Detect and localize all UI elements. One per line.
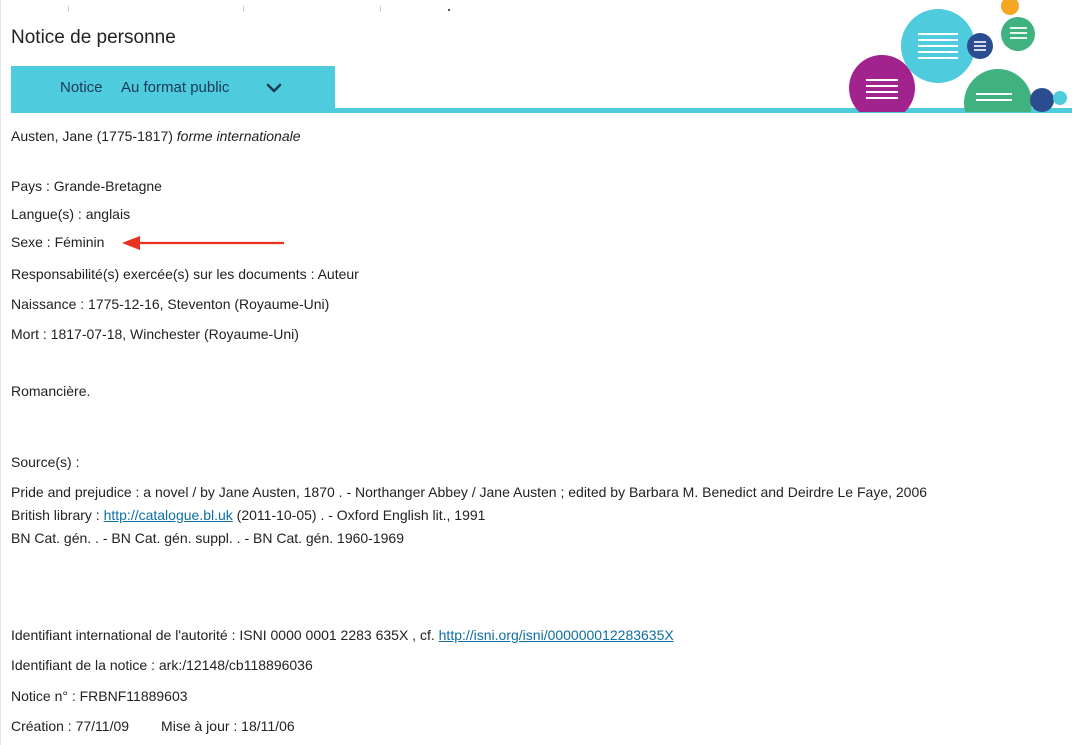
source-line-2-prefix: British library :	[11, 507, 104, 523]
dates-line: Création : 77/11/09 Mise à jour : 18/11/0…	[11, 718, 295, 734]
chevron-down-icon[interactable]	[265, 82, 283, 94]
person-name: Austen, Jane (1775-1817)	[11, 128, 173, 144]
source-line-1: Pride and prejudice : a novel / by Jane …	[11, 484, 928, 500]
language-field: Langue(s) : anglais	[11, 206, 131, 222]
format-select[interactable]: Au format public	[121, 79, 229, 96]
sex-field: Sexe : Féminin	[11, 234, 105, 250]
isni-link[interactable]: http://isni.org/isni/000000012283635X	[439, 627, 674, 643]
page-title: Notice de personne	[11, 27, 176, 48]
source-line-2: British library : http://catalogue.bl.uk…	[11, 507, 485, 523]
british-library-link[interactable]: http://catalogue.bl.uk	[104, 507, 233, 523]
heading-form: forme internationale	[176, 128, 301, 144]
country-field: Pays : Grande-Bretagne	[11, 178, 162, 194]
update-date: Mise à jour : 18/11/06	[161, 718, 295, 734]
responsibility-field: Responsabilité(s) exercée(s) sur les doc…	[11, 266, 359, 282]
sources-label: Source(s) :	[11, 454, 80, 470]
record-number: Notice n° : FRBNF11889603	[11, 688, 188, 704]
biographical-note: Romancière.	[11, 383, 91, 399]
death-field: Mort : 1817-07-18, Winchester (Royaume-U…	[11, 326, 299, 342]
creation-date: Création : 77/11/09	[11, 718, 130, 734]
tab-bar: Notice Au format public	[11, 66, 335, 108]
left-arrow-annotation-icon	[122, 236, 284, 250]
heading-line: Austen, Jane (1775-1817) forme internati…	[11, 128, 301, 144]
isni-line: Identifiant international de l'autorité …	[11, 627, 674, 643]
record-identifier: Identifiant de la notice : ark:/12148/cb…	[11, 657, 313, 673]
source-line-2-suffix: (2011-10-05) . - Oxford English lit., 19…	[232, 507, 486, 523]
isni-label: Identifiant international de l'autorité …	[11, 627, 439, 643]
birth-field: Naissance : 1775-12-16, Steventon (Royau…	[11, 296, 330, 312]
speech-bubbles-decoration-icon	[849, 0, 1067, 112]
source-line-3: BN Cat. gén. . - BN Cat. gén. suppl. . -…	[11, 530, 404, 546]
tab-notice[interactable]: Notice	[60, 79, 103, 96]
left-border	[0, 0, 1, 745]
